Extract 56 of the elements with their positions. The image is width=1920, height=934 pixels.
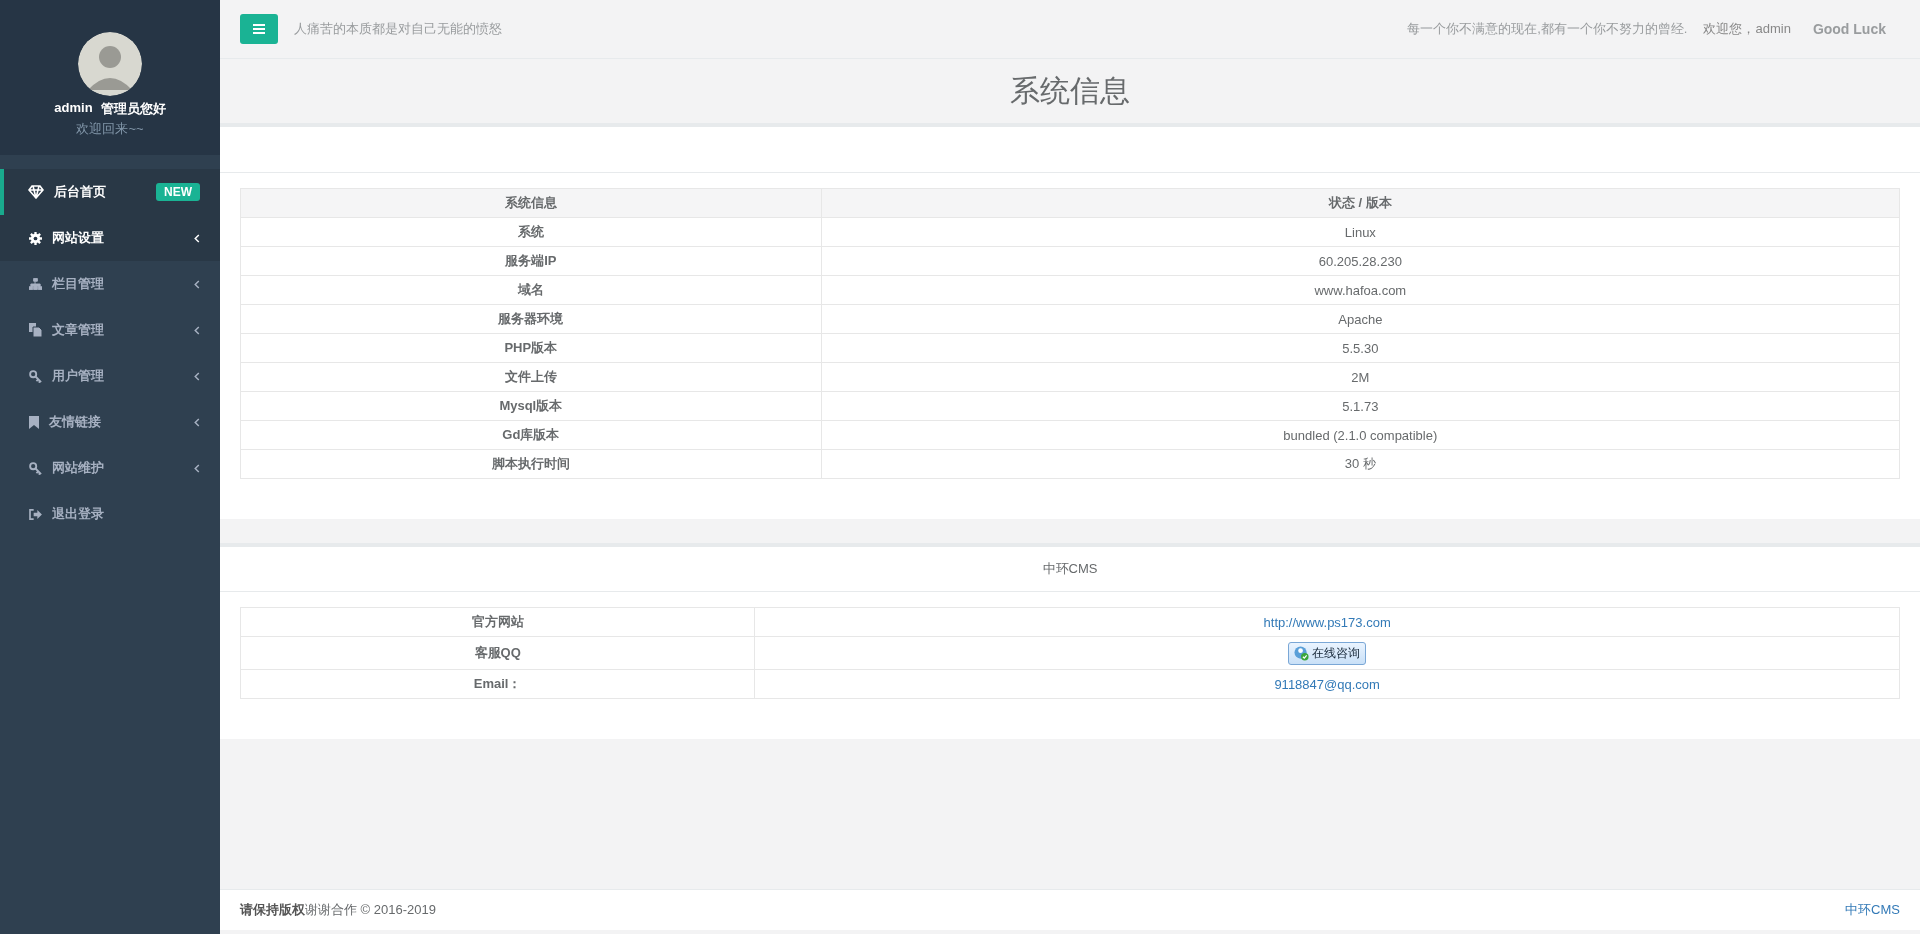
- chevron-icon: [194, 233, 200, 243]
- motto-text: 人痛苦的本质都是对自己无能的愤怒: [294, 20, 502, 38]
- info-label: Mysql版本: [240, 391, 822, 421]
- info-value: bundled (2.1.0 compatible): [821, 420, 1900, 450]
- bookmark-icon: [29, 415, 39, 429]
- chevron-icon: [194, 279, 200, 289]
- chat-person-icon: [1294, 645, 1310, 661]
- user-role: 管理员您好: [100, 100, 166, 118]
- welcome-text: 欢迎您，admin: [1703, 20, 1791, 38]
- online-chat-button[interactable]: 在线咨询: [1288, 641, 1367, 665]
- info-value: Apache: [821, 304, 1900, 334]
- info-value: Linux: [821, 217, 1900, 247]
- key-icon: [29, 369, 42, 383]
- column-header: 系统信息: [240, 188, 822, 218]
- sidebar-menu-item[interactable]: 网站设置: [0, 215, 220, 261]
- info-label: 文件上传: [240, 362, 822, 392]
- copyright-text: 请保持版权谢谢合作 © 2016-2019: [240, 901, 436, 919]
- info-label: 域名: [240, 275, 822, 305]
- sidebar-menu-item[interactable]: 后台首页 NEW: [0, 169, 220, 215]
- chevron-icon: [194, 325, 200, 335]
- chevron-icon: [194, 371, 200, 381]
- brand-link[interactable]: 中环CMS: [1845, 901, 1900, 919]
- greeting-text: 欢迎回来~~: [76, 120, 144, 138]
- info-link[interactable]: 9118847@qq.com: [1274, 676, 1380, 692]
- info-value: 2M: [821, 362, 1900, 392]
- avatar-icon: [78, 32, 142, 96]
- info-label: 客服QQ: [240, 636, 755, 670]
- info-label: Gd库版本: [240, 420, 822, 450]
- key-icon: [29, 461, 42, 475]
- info-value: www.hafoa.com: [821, 275, 1900, 305]
- panel-title: 中环CMS: [1042, 560, 1098, 578]
- new-badge: NEW: [156, 183, 200, 201]
- info-label: 官方网站: [240, 607, 755, 637]
- menu-button[interactable]: [240, 14, 278, 44]
- info-label: Email：: [240, 669, 755, 699]
- menu-icon: [253, 24, 265, 34]
- sitemap-icon: [29, 278, 42, 290]
- info-value: 5.1.73: [821, 391, 1900, 421]
- settings-icon: [29, 231, 42, 245]
- info-label: 服务器环境: [240, 304, 822, 334]
- info-value: 5.5.30: [821, 333, 1900, 363]
- diamond-icon: [28, 185, 44, 199]
- info-label: 服务端IP: [240, 246, 822, 276]
- good-luck-text: Good Luck: [1812, 21, 1886, 37]
- chevron-icon: [194, 417, 200, 427]
- documents-icon: [29, 323, 42, 337]
- column-header: 状态 / 版本: [821, 188, 1900, 218]
- info-value: 60.205.28.230: [821, 246, 1900, 276]
- info-label: PHP版本: [240, 333, 822, 363]
- user-name: admin: [54, 100, 93, 117]
- sign-out-icon: [29, 508, 42, 520]
- info-label: 系统: [240, 217, 822, 247]
- info-link[interactable]: http://www.ps173.com: [1263, 614, 1391, 630]
- info-label: 脚本执行时间: [240, 449, 822, 479]
- info-value: 30 秒: [821, 449, 1900, 479]
- chevron-icon: [194, 463, 200, 473]
